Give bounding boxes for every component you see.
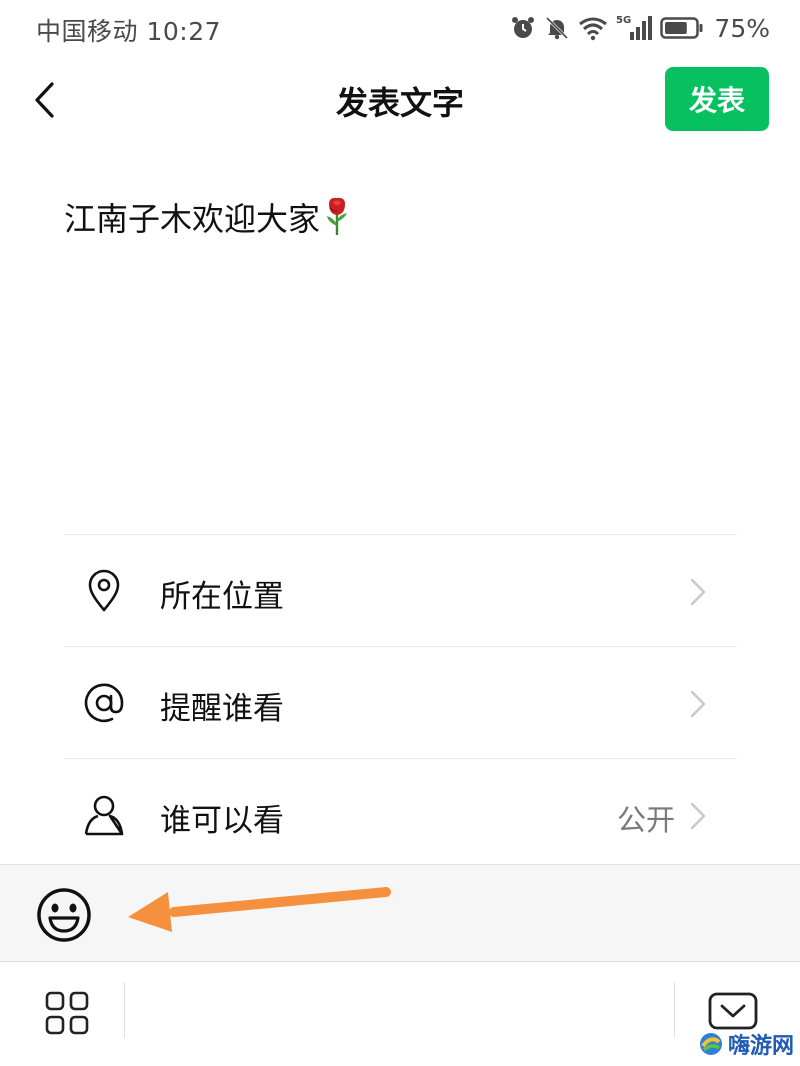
- alarm-icon: [512, 17, 535, 38]
- option-mention[interactable]: 提醒谁看: [64, 646, 737, 758]
- wifi-icon: [579, 17, 608, 41]
- grid-apps-icon: [45, 991, 89, 1035]
- post-options: 所在位置 提醒谁看 谁可以看 公开: [64, 534, 737, 870]
- battery-icon: [660, 17, 703, 39]
- option-location[interactable]: 所在位置: [64, 534, 737, 646]
- status-icons: 5G 75%: [510, 10, 770, 46]
- status-bar: 中国移动 10:27 5G 75%: [0, 0, 800, 56]
- hide-keyboard-button[interactable]: [708, 992, 758, 1030]
- carrier-time: 中国移动 10:27: [36, 12, 221, 48]
- smiley-face-icon: [37, 888, 91, 942]
- chevron-right-icon: [690, 578, 706, 606]
- battery-percent: 75%: [714, 13, 770, 43]
- person-icon: [82, 793, 126, 837]
- chevron-right-icon: [690, 802, 706, 830]
- option-label: 提醒谁看: [160, 691, 284, 727]
- keyboard-hide-icon: [708, 992, 758, 1030]
- carrier-name: 中国移动: [36, 17, 139, 46]
- at-sign-icon: [82, 681, 126, 725]
- post-button[interactable]: 发表: [665, 67, 769, 131]
- location-pin-icon: [82, 569, 126, 613]
- option-label: 谁可以看: [160, 803, 284, 839]
- signal-icon: 5G: [616, 15, 653, 40]
- visibility-value: 公开: [616, 803, 675, 837]
- watermark-logo-icon: [699, 1033, 722, 1055]
- post-text-input[interactable]: 江南子木欢迎大家: [64, 196, 744, 247]
- status-time: 10:27: [146, 17, 222, 46]
- option-visibility[interactable]: 谁可以看 公开: [64, 758, 737, 870]
- network-label: 5G: [616, 15, 631, 26]
- apps-button[interactable]: [44, 990, 90, 1036]
- nav-bar: 发表文字 发表: [0, 56, 800, 146]
- rose-icon: [324, 196, 350, 247]
- post-text: 江南子木欢迎大家: [64, 200, 321, 238]
- chevron-right-icon: [690, 690, 706, 718]
- option-label: 所在位置: [160, 579, 284, 615]
- emoji-toolbar: [0, 864, 800, 962]
- annotation-arrow-icon: [128, 887, 391, 932]
- toolbar-divider: [674, 982, 675, 1038]
- keyboard-toolbar: [0, 962, 800, 1066]
- mute-bell-icon: [546, 16, 569, 40]
- emoji-button[interactable]: [34, 885, 94, 945]
- watermark-text: 嗨游网: [727, 1034, 794, 1059]
- watermark: 嗨游网: [698, 1026, 794, 1062]
- toolbar-divider: [124, 982, 125, 1038]
